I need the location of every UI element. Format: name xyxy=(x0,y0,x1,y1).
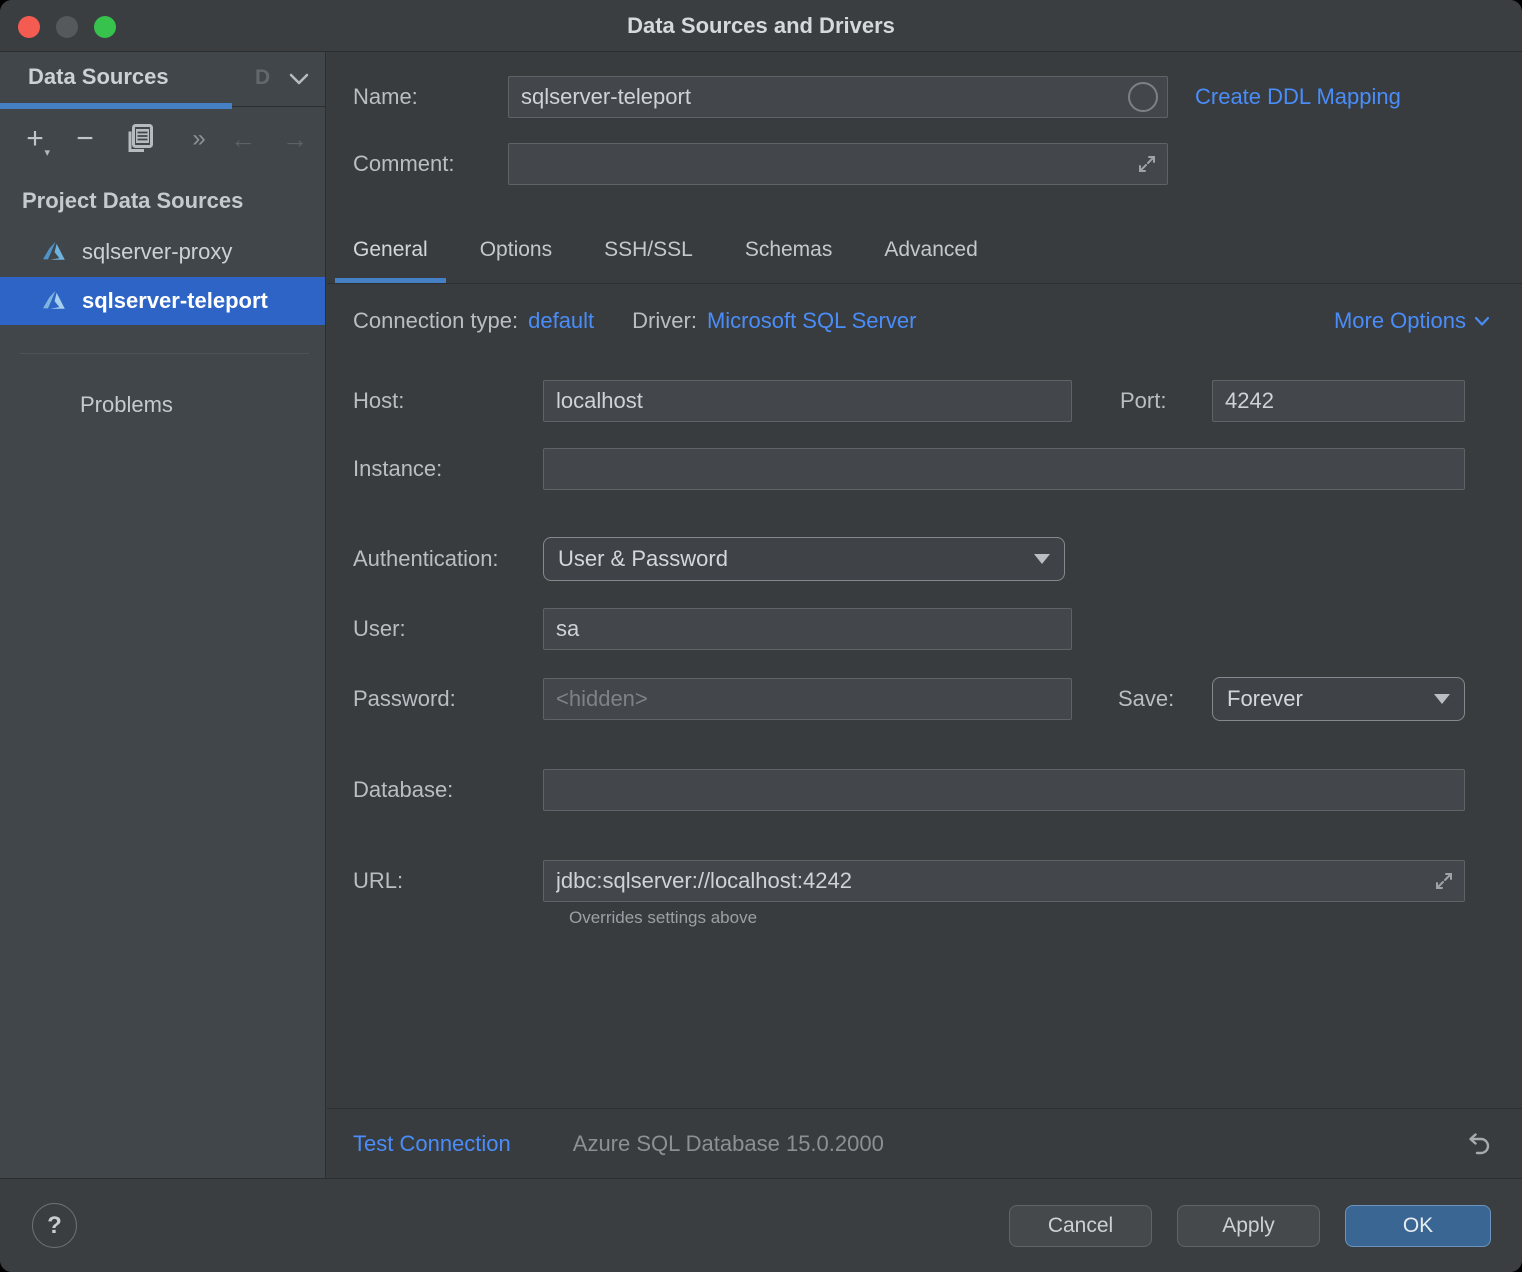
port-input[interactable] xyxy=(1212,380,1465,422)
revert-changes-button[interactable] xyxy=(1466,1131,1492,1157)
connection-type-row: Connection type: default Driver: Microso… xyxy=(327,304,1522,338)
azure-sql-icon xyxy=(40,287,68,315)
sidebar-toolbar: + ▾ − » ← → xyxy=(0,114,325,164)
active-tab-underline xyxy=(0,103,232,109)
project-data-sources-header: Project Data Sources xyxy=(22,188,243,214)
question-mark-icon: ? xyxy=(47,1212,62,1240)
authentication-label: Authentication: xyxy=(327,546,543,572)
expand-icon[interactable] xyxy=(1136,153,1158,175)
loading-spinner-icon xyxy=(1128,82,1158,112)
caret-down-icon: ▾ xyxy=(44,146,50,159)
dialog-footer: ? Cancel Apply OK xyxy=(0,1178,1522,1272)
data-source-label: sqlserver-teleport xyxy=(82,288,268,314)
connection-type-label: Connection type: xyxy=(353,308,518,334)
name-input[interactable] xyxy=(508,76,1168,118)
dropdown-arrow-icon xyxy=(1434,694,1450,704)
more-options-label: More Options xyxy=(1334,308,1466,334)
dropdown-arrow-icon xyxy=(1034,554,1050,564)
tab-data-sources[interactable]: Data Sources xyxy=(28,64,169,90)
database-input[interactable] xyxy=(543,769,1465,811)
sidebar-item-problems[interactable]: Problems xyxy=(80,392,173,418)
data-source-settings-panel: Name: Create DDL Mapping Comment: Genera… xyxy=(327,52,1522,1178)
help-button[interactable]: ? xyxy=(32,1203,77,1248)
sidebar-item-sqlserver-teleport[interactable]: sqlserver-teleport xyxy=(0,277,325,325)
add-data-source-button[interactable]: + ▾ xyxy=(18,121,52,157)
instance-input[interactable] xyxy=(543,448,1465,490)
user-label: User: xyxy=(327,616,543,642)
minus-icon: − xyxy=(76,122,94,156)
server-version-text: Azure SQL Database 15.0.2000 xyxy=(573,1131,884,1157)
tab-advanced[interactable]: Advanced xyxy=(866,224,995,283)
test-connection-row: Test Connection Azure SQL Database 15.0.… xyxy=(327,1108,1522,1178)
window-title: Data Sources and Drivers xyxy=(627,13,895,39)
save-value: Forever xyxy=(1227,686,1303,712)
chevron-down-icon xyxy=(1474,316,1490,327)
forward-button[interactable]: → xyxy=(278,121,312,157)
remove-data-source-button[interactable]: − xyxy=(68,121,102,157)
copy-icon xyxy=(126,124,153,154)
azure-sql-icon xyxy=(40,238,68,266)
port-label: Port: xyxy=(1120,388,1212,414)
cancel-button[interactable]: Cancel xyxy=(1009,1205,1152,1247)
sidebar-tab-strip: Data Sources D xyxy=(0,52,325,107)
ok-button[interactable]: OK xyxy=(1345,1205,1491,1247)
title-bar: Data Sources and Drivers xyxy=(0,0,1522,52)
driver-link[interactable]: Microsoft SQL Server xyxy=(707,308,916,334)
arrow-right-icon: → xyxy=(282,124,308,155)
authentication-value: User & Password xyxy=(558,546,728,572)
test-connection-link[interactable]: Test Connection xyxy=(353,1131,511,1157)
name-label: Name: xyxy=(327,84,508,110)
plus-icon: + xyxy=(26,122,44,156)
connection-type-link[interactable]: default xyxy=(528,308,594,334)
tab-general[interactable]: General xyxy=(335,224,446,283)
data-sources-dialog: Data Sources and Drivers Data Sources D … xyxy=(0,0,1522,1272)
driver-label: Driver: xyxy=(632,308,697,334)
sidebar-item-sqlserver-proxy[interactable]: sqlserver-proxy xyxy=(0,228,325,276)
save-label: Save: xyxy=(1118,686,1212,712)
save-select[interactable]: Forever xyxy=(1212,677,1465,721)
double-chevron-right-icon: » xyxy=(192,125,205,153)
host-label: Host: xyxy=(327,388,543,414)
more-options-link[interactable]: More Options xyxy=(1334,308,1490,334)
database-label: Database: xyxy=(327,777,543,803)
tab-options[interactable]: Options xyxy=(462,224,570,283)
settings-tab-strip: General Options SSH/SSL Schemas Advanced xyxy=(327,225,1522,284)
sidebar-divider xyxy=(20,353,309,354)
user-input[interactable] xyxy=(543,608,1072,650)
expand-icon[interactable] xyxy=(1433,870,1455,892)
password-input[interactable] xyxy=(543,678,1072,720)
sidebar: Data Sources D + ▾ − xyxy=(0,52,326,1178)
arrow-left-icon: ← xyxy=(230,124,256,155)
close-window-button[interactable] xyxy=(18,16,40,38)
authentication-select[interactable]: User & Password xyxy=(543,537,1065,581)
url-hint-text: Overrides settings above xyxy=(569,908,757,928)
chevron-down-icon[interactable] xyxy=(288,72,310,86)
tab-ssh-ssl[interactable]: SSH/SSL xyxy=(586,224,711,283)
url-input[interactable] xyxy=(543,860,1465,902)
zoom-window-button[interactable] xyxy=(94,16,116,38)
show-more-actions-button[interactable]: » xyxy=(184,121,214,157)
traffic-lights xyxy=(18,16,116,38)
duplicate-data-source-button[interactable] xyxy=(122,121,156,157)
comment-input[interactable] xyxy=(508,143,1168,185)
dialog-buttons: Cancel Apply OK xyxy=(1009,1205,1491,1247)
instance-label: Instance: xyxy=(327,456,543,482)
tab-drivers-truncated[interactable]: D xyxy=(255,66,270,90)
data-source-label: sqlserver-proxy xyxy=(82,239,232,265)
create-ddl-mapping-link[interactable]: Create DDL Mapping xyxy=(1195,84,1401,110)
password-label: Password: xyxy=(327,686,543,712)
tab-schemas[interactable]: Schemas xyxy=(727,224,851,283)
undo-icon xyxy=(1466,1131,1492,1157)
comment-label: Comment: xyxy=(327,151,508,177)
back-button[interactable]: ← xyxy=(226,121,260,157)
host-input[interactable] xyxy=(543,380,1072,422)
url-label: URL: xyxy=(327,868,543,894)
minimize-window-button[interactable] xyxy=(56,16,78,38)
apply-button[interactable]: Apply xyxy=(1177,1205,1320,1247)
